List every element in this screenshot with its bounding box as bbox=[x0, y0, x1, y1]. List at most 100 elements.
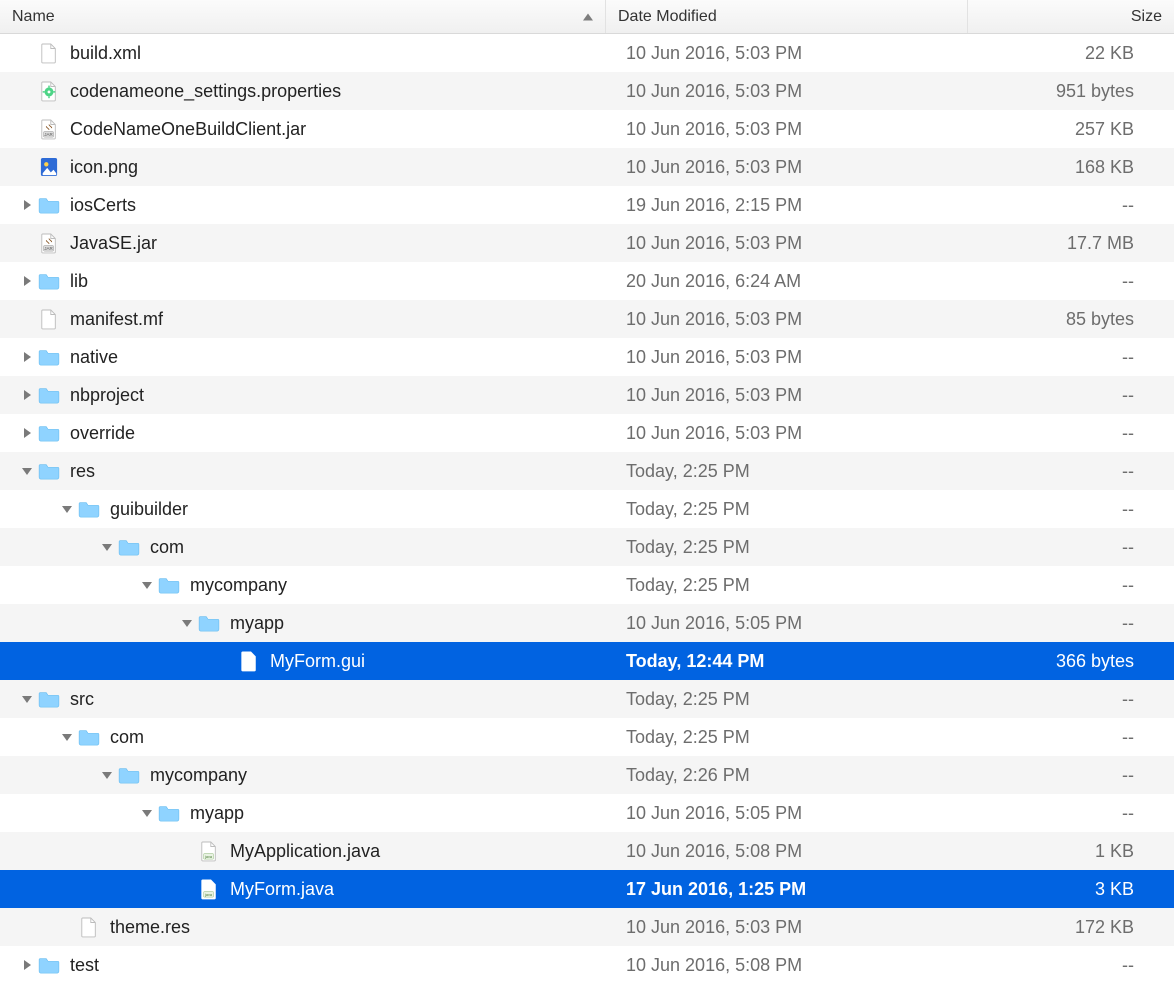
file-icon bbox=[38, 42, 60, 64]
folder-icon bbox=[38, 384, 60, 406]
file-row[interactable]: javaMyForm.java17 Jun 2016, 1:25 PM3 KB bbox=[0, 870, 1174, 908]
disclosure-triangle-icon[interactable] bbox=[178, 620, 196, 627]
file-name-label: codenameone_settings.properties bbox=[70, 81, 341, 102]
file-date-cell: 10 Jun 2016, 5:03 PM bbox=[606, 119, 968, 140]
file-date-cell: 10 Jun 2016, 5:08 PM bbox=[606, 955, 968, 976]
file-row[interactable]: myapp10 Jun 2016, 5:05 PM-- bbox=[0, 794, 1174, 832]
file-size-cell: -- bbox=[968, 689, 1174, 710]
file-row[interactable]: MyForm.guiToday, 12:44 PM366 bytes bbox=[0, 642, 1174, 680]
file-row[interactable]: resToday, 2:25 PM-- bbox=[0, 452, 1174, 490]
file-name-label: override bbox=[70, 423, 135, 444]
disclosure-triangle-icon[interactable] bbox=[58, 734, 76, 741]
column-header-size[interactable]: Size bbox=[968, 0, 1174, 33]
disclosure-triangle-icon[interactable] bbox=[98, 544, 116, 551]
file-date-cell: 10 Jun 2016, 5:03 PM bbox=[606, 347, 968, 368]
folder-icon bbox=[38, 194, 60, 216]
file-date-cell: 10 Jun 2016, 5:05 PM bbox=[606, 613, 968, 634]
file-row[interactable]: build.xml10 Jun 2016, 5:03 PM22 KB bbox=[0, 34, 1174, 72]
file-size-cell: -- bbox=[968, 461, 1174, 482]
file-row[interactable]: icon.png10 Jun 2016, 5:03 PM168 KB bbox=[0, 148, 1174, 186]
file-date-cell: 10 Jun 2016, 5:03 PM bbox=[606, 157, 968, 178]
file-row[interactable]: override10 Jun 2016, 5:03 PM-- bbox=[0, 414, 1174, 452]
file-name-label: lib bbox=[70, 271, 88, 292]
file-date-cell: Today, 2:26 PM bbox=[606, 765, 968, 786]
file-name-label: mycompany bbox=[150, 765, 247, 786]
file-date-cell: Today, 2:25 PM bbox=[606, 689, 968, 710]
file-row[interactable]: lib20 Jun 2016, 6:24 AM-- bbox=[0, 262, 1174, 300]
disclosure-triangle-icon[interactable] bbox=[18, 390, 36, 400]
png-icon bbox=[38, 156, 60, 178]
file-name-label: icon.png bbox=[70, 157, 138, 178]
file-row[interactable]: codenameone_settings.properties 10 Jun 20… bbox=[0, 72, 1174, 110]
disclosure-triangle-icon[interactable] bbox=[18, 276, 36, 286]
file-name-cell: native bbox=[0, 346, 606, 368]
folder-icon bbox=[158, 574, 180, 596]
file-row[interactable]: native10 Jun 2016, 5:03 PM-- bbox=[0, 338, 1174, 376]
file-name-label: com bbox=[110, 727, 144, 748]
file-name-cell: override bbox=[0, 422, 606, 444]
file-name-cell: theme.res bbox=[0, 916, 606, 938]
file-name-label: iosCerts bbox=[70, 195, 136, 216]
jar-icon: JAR bbox=[38, 232, 60, 254]
svg-text:java: java bbox=[204, 893, 213, 897]
column-header-name[interactable]: Name bbox=[0, 0, 606, 33]
column-header-date[interactable]: Date Modified bbox=[606, 0, 968, 33]
file-name-cell: javaMyApplication.java bbox=[0, 840, 606, 862]
file-name-cell: guibuilder bbox=[0, 498, 606, 520]
disclosure-triangle-icon[interactable] bbox=[18, 468, 36, 475]
file-name-cell: manifest.mf bbox=[0, 308, 606, 330]
file-name-label: nbproject bbox=[70, 385, 144, 406]
disclosure-triangle-icon[interactable] bbox=[138, 810, 156, 817]
file-icon bbox=[38, 308, 60, 330]
disclosure-triangle-icon[interactable] bbox=[18, 696, 36, 703]
file-icon bbox=[238, 650, 260, 672]
file-size-cell: 366 bytes bbox=[968, 651, 1174, 672]
disclosure-triangle-icon[interactable] bbox=[58, 506, 76, 513]
file-name-label: mycompany bbox=[190, 575, 287, 596]
file-row[interactable]: test10 Jun 2016, 5:08 PM-- bbox=[0, 946, 1174, 984]
file-row[interactable]: iosCerts19 Jun 2016, 2:15 PM-- bbox=[0, 186, 1174, 224]
file-icon bbox=[78, 916, 100, 938]
jar-icon: JAR bbox=[38, 118, 60, 140]
svg-text:java: java bbox=[204, 855, 213, 859]
folder-icon bbox=[78, 498, 100, 520]
file-date-cell: 10 Jun 2016, 5:03 PM bbox=[606, 917, 968, 938]
file-row[interactable]: guibuilderToday, 2:25 PM-- bbox=[0, 490, 1174, 528]
settings-icon bbox=[38, 80, 60, 102]
folder-icon bbox=[118, 536, 140, 558]
folder-icon bbox=[118, 764, 140, 786]
disclosure-triangle-icon[interactable] bbox=[18, 960, 36, 970]
file-name-cell: JARJavaSE.jar bbox=[0, 232, 606, 254]
file-name-label: MyForm.gui bbox=[270, 651, 365, 672]
file-row[interactable]: mycompanyToday, 2:25 PM-- bbox=[0, 566, 1174, 604]
file-row[interactable]: comToday, 2:25 PM-- bbox=[0, 718, 1174, 756]
file-row[interactable]: nbproject10 Jun 2016, 5:03 PM-- bbox=[0, 376, 1174, 414]
file-row[interactable]: myapp10 Jun 2016, 5:05 PM-- bbox=[0, 604, 1174, 642]
column-header-name-label: Name bbox=[12, 8, 55, 26]
file-date-cell: 10 Jun 2016, 5:03 PM bbox=[606, 43, 968, 64]
file-size-cell: -- bbox=[968, 803, 1174, 824]
file-size-cell: -- bbox=[968, 537, 1174, 558]
file-row[interactable]: mycompanyToday, 2:26 PM-- bbox=[0, 756, 1174, 794]
file-size-cell: 17.7 MB bbox=[968, 233, 1174, 254]
disclosure-triangle-icon[interactable] bbox=[18, 428, 36, 438]
file-date-cell: 10 Jun 2016, 5:03 PM bbox=[606, 423, 968, 444]
disclosure-triangle-icon[interactable] bbox=[98, 772, 116, 779]
disclosure-triangle-icon[interactable] bbox=[138, 582, 156, 589]
disclosure-triangle-icon[interactable] bbox=[18, 200, 36, 210]
file-row[interactable]: JAR CodeNameOneBuildClient.jar 10 Jun 2016… bbox=[0, 110, 1174, 148]
file-name-label: CodeNameOneBuildClient.jar bbox=[70, 119, 306, 140]
file-row[interactable]: manifest.mf10 Jun 2016, 5:03 PM85 bytes bbox=[0, 300, 1174, 338]
file-name-cell: JAR CodeNameOneBuildClient.jar bbox=[0, 118, 606, 140]
file-row[interactable]: JARJavaSE.jar10 Jun 2016, 5:03 PM17.7 MB bbox=[0, 224, 1174, 262]
file-row[interactable]: srcToday, 2:25 PM-- bbox=[0, 680, 1174, 718]
file-date-cell: 10 Jun 2016, 5:03 PM bbox=[606, 81, 968, 102]
folder-icon bbox=[38, 346, 60, 368]
disclosure-triangle-icon[interactable] bbox=[18, 352, 36, 362]
file-size-cell: -- bbox=[968, 271, 1174, 292]
file-date-cell: 10 Jun 2016, 5:08 PM bbox=[606, 841, 968, 862]
file-row[interactable]: theme.res10 Jun 2016, 5:03 PM172 KB bbox=[0, 908, 1174, 946]
file-row[interactable]: javaMyApplication.java10 Jun 2016, 5:08 … bbox=[0, 832, 1174, 870]
file-row[interactable]: comToday, 2:25 PM-- bbox=[0, 528, 1174, 566]
file-name-cell: src bbox=[0, 688, 606, 710]
